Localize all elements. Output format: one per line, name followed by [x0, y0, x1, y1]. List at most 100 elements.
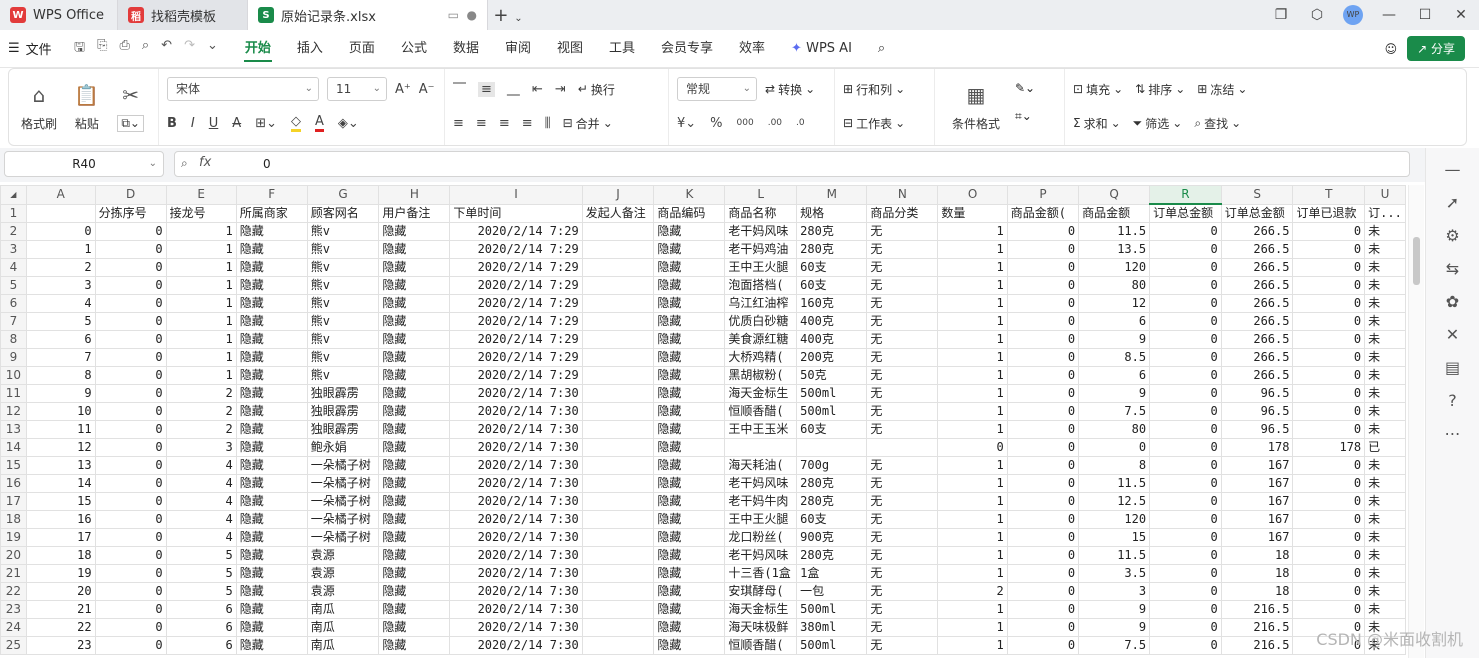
- cell[interactable]: 3: [25, 276, 96, 295]
- cell[interactable]: 0: [1006, 348, 1080, 367]
- cell[interactable]: 14: [25, 474, 96, 493]
- decrease-font-icon[interactable]: A⁻: [419, 82, 435, 97]
- row-header[interactable]: 2: [0, 222, 27, 241]
- row-header[interactable]: 11: [0, 384, 27, 403]
- cell[interactable]: 8.5: [1078, 348, 1151, 367]
- decimal-decrease-icon[interactable]: .0: [796, 118, 805, 128]
- cell[interactable]: 0: [94, 366, 167, 385]
- cell[interactable]: 无: [866, 600, 939, 619]
- cell[interactable]: 未: [1364, 276, 1406, 295]
- cell[interactable]: 178: [1292, 438, 1366, 457]
- cell[interactable]: [581, 330, 655, 349]
- column-header-l[interactable]: L: [724, 185, 798, 205]
- cell[interactable]: 1: [937, 474, 1008, 493]
- cell[interactable]: 96.5: [1220, 384, 1294, 403]
- cell[interactable]: 266.5: [1220, 366, 1294, 385]
- cell[interactable]: 9: [1078, 384, 1151, 403]
- cell[interactable]: 11: [25, 420, 96, 439]
- row-header[interactable]: 7: [0, 312, 27, 331]
- more-icon[interactable]: ⋯: [1445, 424, 1461, 443]
- cell[interactable]: 11.5: [1078, 474, 1151, 493]
- cell[interactable]: 0: [94, 600, 167, 619]
- cell[interactable]: 2: [165, 384, 237, 403]
- wrap-text-button[interactable]: ↵ 换行: [578, 81, 615, 98]
- cell[interactable]: 0: [94, 312, 167, 331]
- tab-formula[interactable]: 公式: [388, 30, 440, 68]
- scrollbar-thumb[interactable]: [1413, 237, 1420, 285]
- cell[interactable]: 0: [1149, 294, 1222, 313]
- cell[interactable]: 9: [1078, 600, 1151, 619]
- sheet-table[interactable]: ◢ A D E F G H I J K L M N O P Q R S T U 1 分拣序号 接龙号 所属商家 顾客网名 用户备…: [0, 185, 1406, 655]
- cell[interactable]: 未: [1364, 348, 1406, 367]
- cell[interactable]: 0: [1006, 510, 1080, 529]
- column-header-h[interactable]: H: [378, 185, 451, 205]
- cell[interactable]: 隐藏: [653, 564, 726, 583]
- cell[interactable]: 0: [1006, 492, 1080, 511]
- cell[interactable]: 0: [1006, 474, 1080, 493]
- cell[interactable]: 0: [1006, 582, 1080, 601]
- cell[interactable]: 隐藏: [235, 582, 308, 601]
- cell[interactable]: 7.5: [1078, 636, 1151, 655]
- cell[interactable]: 未: [1364, 240, 1406, 259]
- header-cell[interactable]: 分拣序号: [94, 203, 167, 223]
- cell[interactable]: [581, 528, 655, 547]
- tab-view[interactable]: 视图: [544, 30, 596, 68]
- cell[interactable]: 无: [866, 330, 939, 349]
- cell[interactable]: 一包: [796, 582, 868, 601]
- cell[interactable]: 隐藏: [653, 312, 726, 331]
- cell[interactable]: 袁源: [306, 582, 380, 601]
- cell[interactable]: 1: [937, 528, 1008, 547]
- cell[interactable]: 2: [165, 402, 237, 421]
- cell[interactable]: 未: [1364, 222, 1406, 241]
- cell[interactable]: 隐藏: [235, 258, 308, 277]
- row-header[interactable]: 22: [0, 582, 27, 601]
- cell[interactable]: 216.5: [1220, 618, 1294, 637]
- font-name-select[interactable]: 宋体 ⌄: [167, 77, 319, 101]
- cell[interactable]: 4: [25, 294, 96, 313]
- column-header-u[interactable]: U: [1364, 185, 1406, 205]
- cell[interactable]: 0: [94, 348, 167, 367]
- cell[interactable]: 1: [165, 258, 237, 277]
- cell[interactable]: 老干妈风味: [724, 474, 798, 493]
- cond-format-button[interactable]: ▦ 条件格式: [943, 75, 1009, 139]
- cell[interactable]: 隐藏: [378, 582, 451, 601]
- cell[interactable]: [581, 240, 655, 259]
- cell[interactable]: 21: [25, 600, 96, 619]
- row-header[interactable]: 25: [0, 636, 27, 655]
- cell[interactable]: 未: [1364, 528, 1406, 547]
- cell[interactable]: 266.5: [1220, 294, 1294, 313]
- cell[interactable]: 2: [165, 420, 237, 439]
- cell[interactable]: 无: [866, 222, 939, 241]
- cell-style-icon[interactable]: ✎⌄: [1015, 81, 1035, 95]
- cell[interactable]: 已: [1364, 438, 1406, 457]
- cell[interactable]: 0: [1006, 312, 1080, 331]
- cell[interactable]: 隐藏: [235, 546, 308, 565]
- cell[interactable]: 1: [937, 312, 1008, 331]
- cell[interactable]: 无: [866, 492, 939, 511]
- cell[interactable]: 280克: [796, 492, 868, 511]
- cell[interactable]: 23: [25, 636, 96, 655]
- copy-icon[interactable]: ⧉⌄: [117, 114, 144, 132]
- cell[interactable]: 未: [1364, 546, 1406, 565]
- filter-button[interactable]: ⏷ 筛选 ⌄: [1133, 115, 1183, 132]
- cell[interactable]: 6: [165, 618, 237, 637]
- fill-button[interactable]: ⊡ 填充 ⌄: [1073, 81, 1123, 98]
- comment-icon[interactable]: ☺: [1385, 42, 1398, 56]
- cell[interactable]: 0: [1292, 384, 1366, 403]
- cell[interactable]: 4: [165, 492, 237, 511]
- save-icon[interactable]: 🖫: [74, 38, 85, 60]
- tools-icon[interactable]: ✕: [1446, 325, 1459, 344]
- tab-pin-icon[interactable]: ▭ ●: [448, 8, 477, 22]
- cell[interactable]: 0: [94, 582, 167, 601]
- header-cell[interactable]: 订单总金额: [1149, 203, 1222, 223]
- cell[interactable]: 380ml: [796, 618, 868, 637]
- column-header-s[interactable]: S: [1220, 185, 1294, 205]
- cell[interactable]: 6: [165, 600, 237, 619]
- cell[interactable]: 隐藏: [235, 348, 308, 367]
- row-header[interactable]: 9: [0, 348, 27, 367]
- cell[interactable]: 2020/2/14 7:29: [449, 366, 583, 385]
- cell[interactable]: 2020/2/14 7:30: [449, 492, 583, 511]
- cell[interactable]: [581, 402, 655, 421]
- tab-efficiency[interactable]: 效率: [726, 30, 778, 68]
- cell[interactable]: 2020/2/14 7:29: [449, 294, 583, 313]
